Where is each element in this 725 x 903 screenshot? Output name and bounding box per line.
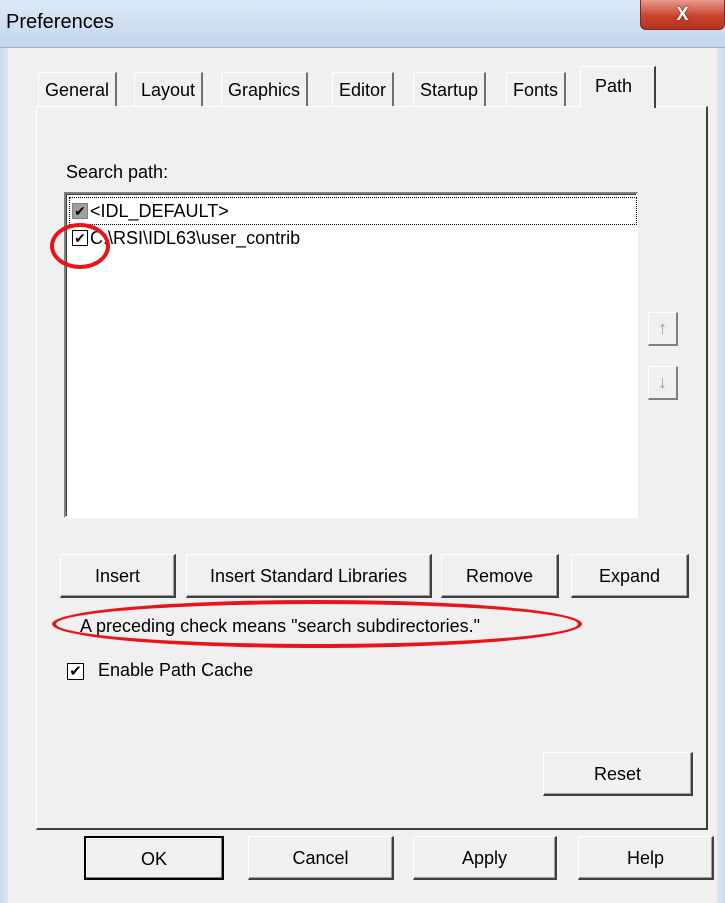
arrow-down-icon: ↓ [658,372,667,392]
help-button[interactable]: Help [578,836,714,880]
list-item[interactable]: ✔ C:\RSI\IDL63\user_contrib [70,225,636,251]
move-down-button[interactable]: ↓ [648,366,678,400]
tab-label: Editor [339,80,387,100]
apply-button[interactable]: Apply [413,836,557,880]
tab-general[interactable]: General [38,72,118,106]
search-path-label: Search path: [66,162,169,182]
remove-button-label: Remove [465,566,534,586]
reset-button-label: Reset [593,764,642,784]
window-border-left [0,48,8,903]
insert-button-label: Insert [94,566,141,586]
tab-label: General [45,80,110,100]
close-button[interactable]: X [640,0,725,30]
list-item-path: <IDL_DEFAULT> [90,201,229,221]
reset-button[interactable]: Reset [543,752,693,796]
search-path-list[interactable]: ✔ <IDL_DEFAULT> ✔ C:\RSI\IDL63\user_cont… [64,192,638,518]
tab-editor[interactable]: Editor [332,72,395,106]
help-button-label: Help [626,848,665,868]
move-up-button[interactable]: ↑ [648,312,678,346]
expand-button[interactable]: Expand [571,554,689,598]
insert-standard-libraries-label: Insert Standard Libraries [209,566,408,586]
subdirectories-hint: A preceding check means "search subdirec… [80,616,480,636]
close-icon: X [676,4,689,24]
expand-button-label: Expand [598,566,661,586]
ok-button[interactable]: OK [84,836,224,880]
tab-path[interactable]: Path [580,66,657,108]
arrow-up-icon: ↑ [658,318,667,338]
enable-path-cache-label: Enable Path Cache [98,660,254,680]
tab-label: Fonts [513,80,559,100]
list-item-checkbox[interactable]: ✔ [72,230,88,246]
title-bar: Preferences X [0,0,725,48]
tab-graphics[interactable]: Graphics [221,72,309,106]
cancel-button[interactable]: Cancel [248,836,394,880]
cancel-button-label: Cancel [292,848,349,868]
insert-button[interactable]: Insert [60,554,176,598]
ok-button-label: OK [140,849,167,869]
insert-standard-libraries-button[interactable]: Insert Standard Libraries [186,554,432,598]
tab-label: Startup [420,80,479,100]
tab-layout[interactable]: Layout [134,72,204,106]
tab-fonts[interactable]: Fonts [506,72,567,106]
tab-startup[interactable]: Startup [413,72,487,106]
remove-button[interactable]: Remove [441,554,559,598]
tab-label: Path [595,76,633,96]
window-title: Preferences [6,11,114,33]
list-item-checkbox: ✔ [72,203,88,219]
apply-button-label: Apply [461,848,508,868]
enable-path-cache-checkbox[interactable]: ✔ [67,663,84,680]
list-item-path: C:\RSI\IDL63\user_contrib [90,228,301,248]
window-border-right [717,48,725,903]
tab-label: Graphics [228,80,301,100]
tab-label: Layout [141,80,196,100]
list-item[interactable]: ✔ <IDL_DEFAULT> [69,197,637,225]
